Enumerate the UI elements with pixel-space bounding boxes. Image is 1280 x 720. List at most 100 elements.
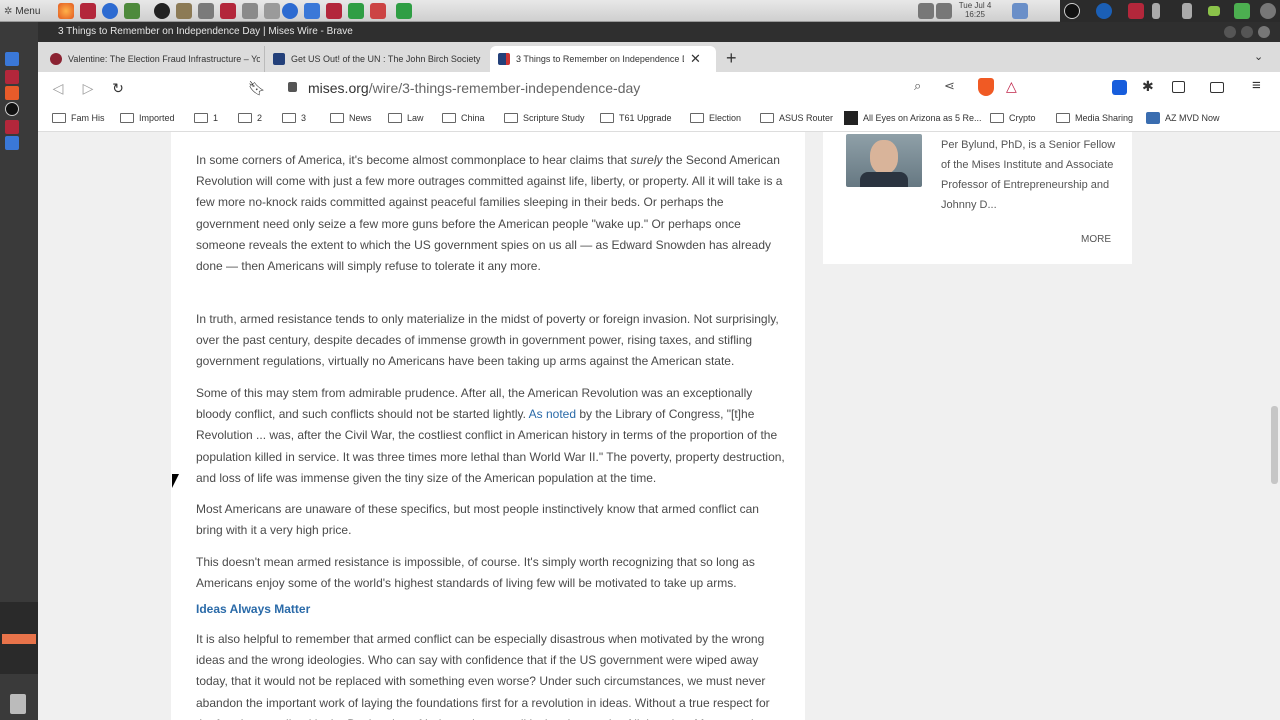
- close-tab-icon[interactable]: ✕: [690, 51, 701, 67]
- document-icon[interactable]: [304, 3, 320, 19]
- workspace-switcher[interactable]: [0, 602, 38, 674]
- tab-mises-active[interactable]: 3 Things to Remember on Independence Day…: [490, 46, 716, 72]
- app-icon[interactable]: [1128, 3, 1144, 19]
- brave-icon[interactable]: [5, 86, 19, 100]
- bookmark-label: China: [461, 113, 485, 123]
- tab-list-chevron-icon[interactable]: ⌄: [1254, 50, 1263, 63]
- brave-shields-icon[interactable]: [978, 78, 994, 96]
- author-more-link[interactable]: MORE: [1081, 234, 1111, 245]
- microphone-icon[interactable]: [918, 3, 934, 19]
- page-scrollbar[interactable]: [1268, 132, 1280, 720]
- app-icon[interactable]: [5, 102, 19, 116]
- app-icon[interactable]: [124, 3, 140, 19]
- bookmark-folder[interactable]: Crypto: [990, 111, 1036, 125]
- share-icon[interactable]: ⋖: [944, 78, 955, 94]
- bookmark-link[interactable]: All Eyes on Arizona as 5 Re...: [844, 111, 982, 125]
- transfer-icon[interactable]: [1182, 3, 1192, 19]
- bitwarden-icon[interactable]: [1112, 80, 1127, 95]
- bookmark-folder[interactable]: 2: [238, 111, 262, 125]
- tab-john-birch[interactable]: Get US Out! of the UN : The John Birch S…: [264, 46, 482, 72]
- folder-icon: [282, 113, 296, 123]
- app-icon[interactable]: [242, 3, 258, 19]
- as-noted-link[interactable]: As noted: [529, 407, 576, 421]
- power-icon[interactable]: [1260, 3, 1276, 19]
- hp-icon[interactable]: [1096, 3, 1112, 19]
- minimize-button[interactable]: [1224, 26, 1236, 38]
- folder-icon: [52, 113, 66, 123]
- article-paragraph: Some of this may stem from admirable pru…: [196, 383, 786, 489]
- forward-icon[interactable]: ▷: [80, 80, 96, 96]
- back-icon[interactable]: ◁: [50, 80, 66, 96]
- bookmark-label: Imported: [139, 113, 175, 123]
- bookmark-folder[interactable]: 3: [282, 111, 306, 125]
- url-text[interactable]: mises.org/wire/3-things-remember-indepen…: [308, 80, 640, 96]
- zoom-icon[interactable]: ⌕: [914, 78, 921, 94]
- bookmark-label: All Eyes on Arizona as 5 Re...: [863, 113, 982, 123]
- app-icon[interactable]: [5, 120, 19, 134]
- chrome-icon[interactable]: [102, 3, 118, 19]
- app-icon[interactable]: [5, 70, 19, 84]
- address-bar[interactable]: mises.org/wire/3-things-remember-indepen…: [274, 76, 1064, 100]
- author-photo[interactable]: [846, 134, 922, 187]
- reload-icon[interactable]: ↻: [110, 80, 126, 96]
- maximize-button[interactable]: [1241, 26, 1253, 38]
- trash-icon[interactable]: [10, 694, 26, 714]
- url-domain: mises.org: [308, 80, 369, 96]
- bookmark-folder[interactable]: Imported: [120, 111, 175, 125]
- bookmark-folder[interactable]: ASUS Router: [760, 111, 833, 125]
- os-menu-button[interactable]: ✲ Menu: [4, 2, 40, 20]
- app-icon[interactable]: [80, 3, 96, 19]
- app-icon[interactable]: [5, 136, 19, 150]
- browser-menu-icon[interactable]: ≡: [1252, 77, 1261, 94]
- help-icon[interactable]: [282, 3, 298, 19]
- app-icon[interactable]: [154, 3, 170, 19]
- app-icon[interactable]: [1234, 3, 1250, 19]
- app-icon[interactable]: [264, 3, 280, 19]
- bookmark-folder[interactable]: T61 Upgrade: [600, 111, 672, 125]
- bookmark-folder[interactable]: Election: [690, 111, 741, 125]
- sidebar-icon[interactable]: [1172, 81, 1185, 93]
- close-window-button[interactable]: [1258, 26, 1270, 38]
- spreadsheet-icon[interactable]: [396, 3, 412, 19]
- tab-valentine[interactable]: Valentine: The Election Fraud Infrastruc…: [42, 46, 260, 72]
- bookmark-icon[interactable]: 🔖︎: [248, 80, 266, 96]
- page-content: In some corners of America, it's become …: [38, 132, 1280, 720]
- battery-icon[interactable]: [1208, 6, 1220, 16]
- app-icon[interactable]: [198, 3, 214, 19]
- app-icon[interactable]: [220, 3, 236, 19]
- firefox-icon[interactable]: [58, 3, 74, 19]
- folder-icon: [690, 113, 704, 123]
- bookmark-folder[interactable]: Fam His: [52, 111, 105, 125]
- folder-icon: [760, 113, 774, 123]
- network-icon[interactable]: [1012, 3, 1028, 19]
- brave-rewards-icon[interactable]: △: [1006, 78, 1017, 95]
- volume-icon[interactable]: [936, 3, 952, 19]
- spreadsheet-icon[interactable]: [348, 3, 364, 19]
- app-icon[interactable]: [326, 3, 342, 19]
- scrollbar-thumb[interactable]: [1271, 406, 1278, 484]
- bluetooth-icon[interactable]: [1152, 3, 1160, 19]
- bookmark-label: Scripture Study: [523, 113, 585, 123]
- bookmark-folder[interactable]: News: [330, 111, 372, 125]
- bookmarks-bar: Fam His Imported 1 2 3 News Law China Sc…: [38, 104, 1280, 132]
- wallet-icon[interactable]: [1210, 82, 1224, 93]
- bookmark-folder[interactable]: China: [442, 111, 485, 125]
- bookmark-folder[interactable]: Media Sharing: [1056, 111, 1133, 125]
- extensions-icon[interactable]: ✱: [1142, 78, 1154, 95]
- paragraph-text: the Second American Revolution will come…: [196, 153, 783, 274]
- bookmark-link[interactable]: AZ MVD Now: [1146, 111, 1220, 125]
- obs-icon[interactable]: [1064, 3, 1080, 19]
- app-icon[interactable]: [176, 3, 192, 19]
- bookmark-folder[interactable]: 1: [194, 111, 218, 125]
- clock-date: Tue Jul 4: [958, 1, 992, 10]
- bookmark-label: 2: [257, 113, 263, 123]
- bookmark-folder[interactable]: Law: [388, 111, 424, 125]
- workspace-active[interactable]: [2, 634, 36, 644]
- app-icon[interactable]: [5, 52, 19, 66]
- new-tab-button[interactable]: +: [726, 48, 737, 69]
- printer-icon[interactable]: [370, 3, 386, 19]
- bookmark-folder[interactable]: Scripture Study: [504, 111, 585, 125]
- folder-icon: [120, 113, 134, 123]
- window-title: 3 Things to Remember on Independence Day…: [58, 26, 353, 37]
- clock[interactable]: Tue Jul 4 16:25: [955, 1, 995, 19]
